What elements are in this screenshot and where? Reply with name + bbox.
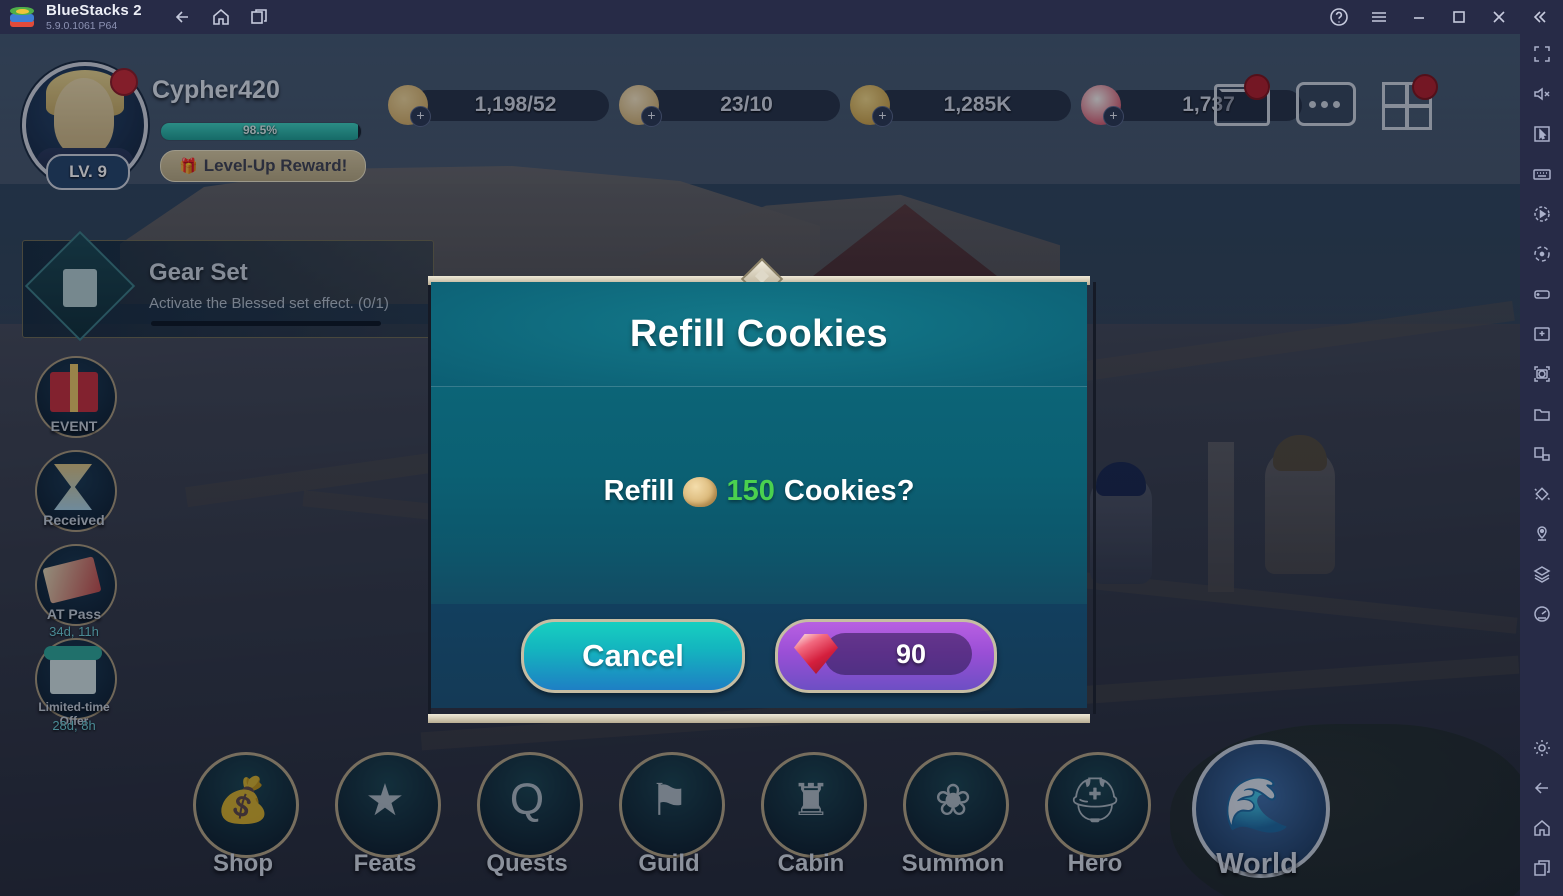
refill-cookies-dialog: Refill Cookies Refill 150 Cookies? Cance… — [428, 257, 1096, 723]
layers-icon[interactable] — [1520, 554, 1563, 594]
dialog-message: Refill 150 Cookies? — [604, 475, 915, 508]
titlebar-nav-group — [164, 0, 278, 34]
location-pin-icon[interactable] — [1520, 514, 1563, 554]
purchase-cost-pill: 90 — [824, 633, 972, 675]
bluestacks-sidebar — [1520, 34, 1563, 896]
bluestacks-window: BlueStacks 2 5.9.0.1061 P64 LV. 9 Cypher… — [0, 0, 1563, 896]
dialog-title: Refill Cookies — [629, 313, 889, 355]
back-button[interactable] — [164, 0, 202, 34]
camera-icon[interactable] — [1520, 354, 1563, 394]
gamepad-icon[interactable] — [1520, 274, 1563, 314]
dialog-body: Refill 150 Cookies? — [431, 387, 1087, 604]
android-home-icon[interactable] — [1520, 808, 1563, 848]
gear-icon[interactable] — [1520, 728, 1563, 768]
home-button[interactable] — [202, 0, 240, 34]
dialog-message-suffix: Cookies? — [783, 475, 915, 507]
hamburger-menu-button[interactable] — [1359, 0, 1399, 34]
rotate-circle-icon[interactable] — [1520, 234, 1563, 274]
cancel-button-label: Cancel — [582, 638, 684, 673]
speaker-mute-icon[interactable] — [1520, 74, 1563, 114]
android-recents-icon[interactable] — [1520, 848, 1563, 888]
titlebar: BlueStacks 2 5.9.0.1061 P64 — [0, 0, 1563, 34]
collapse-sidebar-button[interactable] — [1519, 0, 1559, 34]
dialog-message-amount: 150 — [726, 475, 775, 507]
dialog-header: Refill Cookies — [431, 282, 1087, 387]
dialog-footer: Cancel 90 — [431, 604, 1087, 708]
apk-icon[interactable] — [1520, 314, 1563, 354]
minimize-button[interactable] — [1399, 0, 1439, 34]
cursor-box-icon[interactable] — [1520, 114, 1563, 154]
bluestacks-logo-icon — [9, 4, 35, 30]
fullscreen-icon[interactable] — [1520, 34, 1563, 74]
maximize-button[interactable] — [1439, 0, 1479, 34]
close-button[interactable] — [1479, 0, 1519, 34]
copy-icon[interactable] — [1520, 434, 1563, 474]
titlebar-controls — [1319, 0, 1559, 34]
dialog-bottom-border — [428, 714, 1090, 723]
android-back-icon[interactable] — [1520, 768, 1563, 808]
help-button[interactable] — [1319, 0, 1359, 34]
confirm-purchase-button[interactable]: 90 — [775, 619, 997, 693]
game-viewport[interactable]: LV. 9 Cypher420 98.5% 🎁 Level-Up Reward!… — [0, 34, 1520, 896]
record-dial-icon[interactable] — [1520, 594, 1563, 634]
shake-icon[interactable] — [1520, 474, 1563, 514]
cookie-icon — [683, 476, 718, 507]
play-circle-icon[interactable] — [1520, 194, 1563, 234]
app-title: BlueStacks 2 — [46, 1, 142, 19]
folder-icon[interactable] — [1520, 394, 1563, 434]
keyboard-icon[interactable] — [1520, 154, 1563, 194]
dialog-message-prefix: Refill — [603, 475, 675, 507]
multi-instance-button[interactable] — [240, 0, 278, 34]
purchase-cost: 90 — [895, 638, 927, 669]
cancel-button[interactable]: Cancel — [521, 619, 745, 693]
app-version: 5.9.0.1061 P64 — [46, 19, 118, 32]
app-title-block: BlueStacks 2 5.9.0.1061 P64 — [46, 3, 142, 32]
